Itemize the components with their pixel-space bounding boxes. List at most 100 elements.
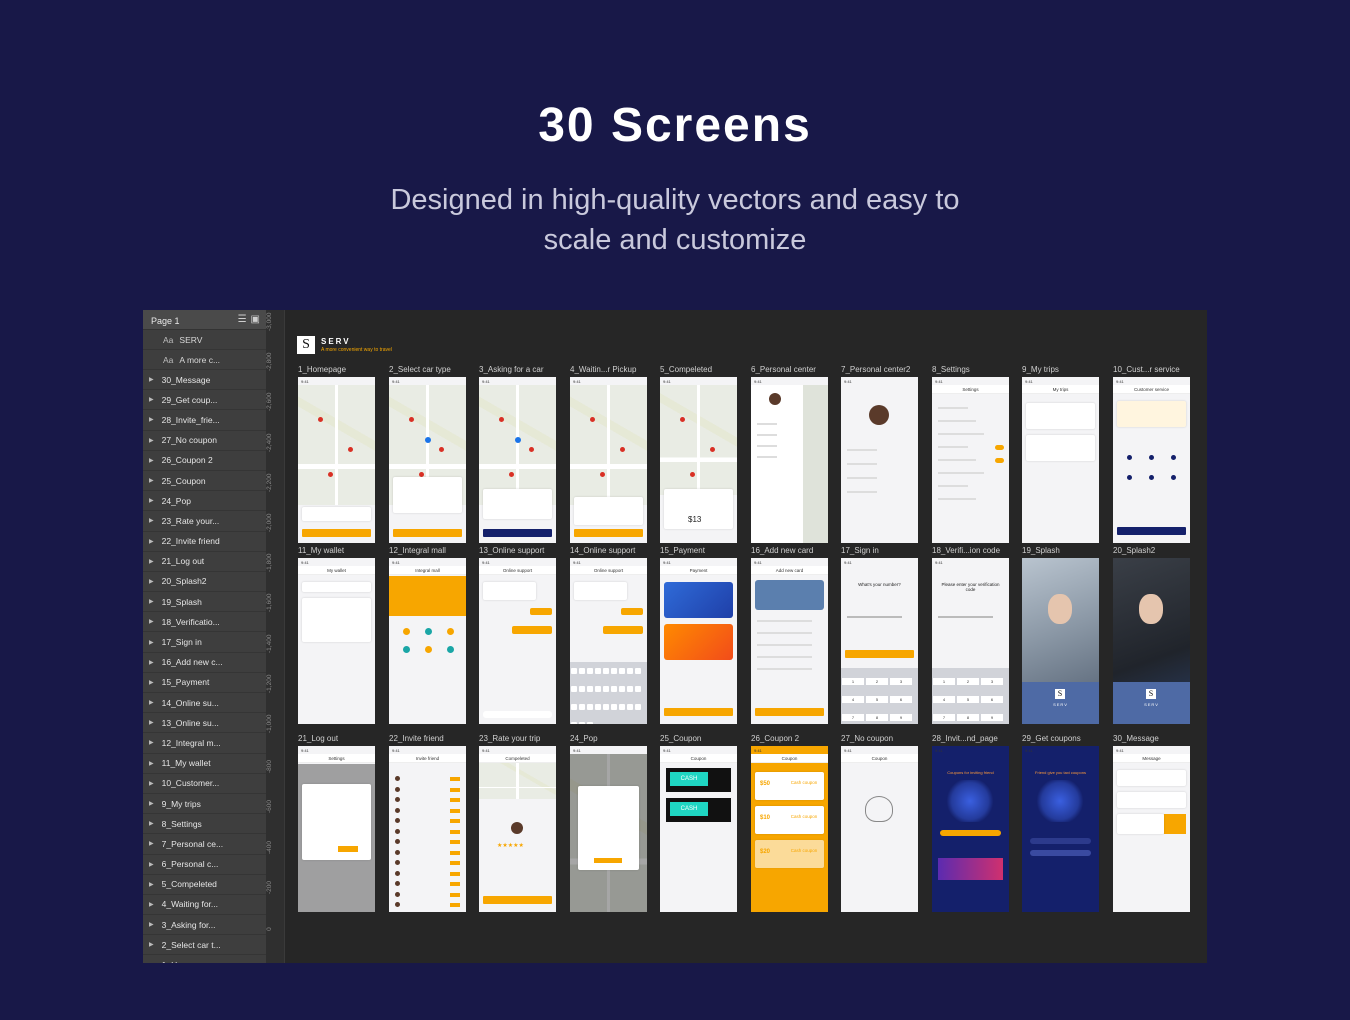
artboard[interactable]: 8_Settings 9:41 Settings bbox=[932, 365, 1009, 543]
artboard[interactable]: 2_Select car type 9:41 bbox=[389, 365, 466, 543]
artboard[interactable]: 17_Sign in 9:41 What's your number? 1 2 3 4 5 6 7… bbox=[841, 546, 918, 724]
expand-triangle-icon[interactable]: ▶ bbox=[149, 881, 154, 888]
layer-row[interactable]: ▶ 28_Invite_frie... bbox=[143, 410, 266, 431]
expand-triangle-icon[interactable]: ▶ bbox=[149, 659, 154, 666]
expand-triangle-icon[interactable]: ▶ bbox=[149, 416, 154, 423]
page-selector[interactable]: Page 1 bbox=[151, 314, 234, 326]
layer-row[interactable]: ▶ 18_Verificatio... bbox=[143, 612, 266, 633]
artboard[interactable]: 1_Homepage 9:41 bbox=[298, 365, 375, 543]
artboard[interactable]: 25_Coupon 9:41 Coupon CASH CASH bbox=[660, 734, 737, 912]
artboard[interactable]: 30_Message 9:41 Message bbox=[1113, 734, 1190, 912]
artboard[interactable]: 28_Invit...nd_page 9:41 Coupons for inviti… bbox=[932, 734, 1009, 912]
layer-row[interactable]: ▶ 10_Customer... bbox=[143, 774, 266, 794]
layer-row[interactable]: ▶ 21_Log out bbox=[143, 552, 266, 572]
layer-row[interactable]: ▶ 12_Integral m... bbox=[143, 733, 266, 754]
expand-triangle-icon[interactable]: ▶ bbox=[149, 639, 154, 646]
artboard[interactable]: 12_Integral mall 9:41 Integral mall bbox=[389, 546, 466, 724]
layer-row[interactable]: ▶ 23_Rate your... bbox=[143, 511, 266, 532]
layer-row[interactable]: ▶ 16_Add new c... bbox=[143, 653, 266, 673]
expand-triangle-icon[interactable]: ▶ bbox=[149, 800, 154, 807]
expand-triangle-icon[interactable]: ▶ bbox=[149, 719, 154, 726]
layer-row[interactable]: ▶ 1_Homepage bbox=[143, 955, 266, 963]
artboard[interactable]: 21_Log out 9:41 Settings bbox=[298, 734, 375, 912]
artboard[interactable]: 16_Add new card 9:41 Add new card bbox=[751, 546, 828, 724]
layer-row[interactable]: ▶ 27_No coupon bbox=[143, 431, 266, 451]
layer-row[interactable]: ▶ 11_My wallet bbox=[143, 754, 266, 774]
expand-triangle-icon[interactable]: ▶ bbox=[149, 901, 154, 908]
layer-row[interactable]: ▶ 22_Invite friend bbox=[143, 532, 266, 552]
artboard[interactable]: 15_Payment 9:41 Payment bbox=[660, 546, 737, 724]
map-view bbox=[479, 385, 556, 505]
layer-row[interactable]: ▶ 7_Personal ce... bbox=[143, 834, 266, 855]
layer-row[interactable]: ▶ 13_Online su... bbox=[143, 713, 266, 734]
expand-triangle-icon[interactable]: ▶ bbox=[149, 517, 154, 524]
layer-row[interactable]: ▶ 9_My trips bbox=[143, 794, 266, 815]
artboard[interactable]: 24_Pop 9:41 bbox=[570, 734, 647, 912]
layer-row[interactable]: ▶ 3_Asking for... bbox=[143, 915, 266, 936]
artboard[interactable]: 23_Rate your trip 9:41 Compeleted ★★★★★ bbox=[479, 734, 556, 912]
layer-row[interactable]: ▶ 5_Compeleted bbox=[143, 875, 266, 895]
expand-triangle-icon[interactable]: ▶ bbox=[149, 760, 154, 767]
layer-row[interactable]: ▶ 29_Get coup... bbox=[143, 390, 266, 411]
expand-triangle-icon[interactable]: ▶ bbox=[149, 840, 154, 847]
artboard[interactable]: 7_Personal center2 9:41 bbox=[841, 365, 918, 543]
artboard[interactable]: 4_Waitin...r Pickup 9:41 bbox=[570, 365, 647, 543]
layer-row[interactable]: ▶ 6_Personal c... bbox=[143, 855, 266, 875]
layer-row[interactable]: ▶ 15_Payment bbox=[143, 673, 266, 693]
status-bar: 9:41 bbox=[754, 379, 762, 384]
artboard[interactable]: 6_Personal center 9:41 bbox=[751, 365, 828, 543]
expand-triangle-icon[interactable]: ▶ bbox=[149, 679, 154, 686]
map-car-pin bbox=[439, 447, 444, 452]
list-view-icon[interactable]: ☰ bbox=[238, 314, 247, 325]
expand-triangle-icon[interactable]: ▶ bbox=[149, 941, 154, 948]
artboard[interactable]: 19_Splash9:41SSERV bbox=[1022, 546, 1099, 724]
artboard[interactable]: 10_Cust...r service 9:41 Customer service bbox=[1113, 365, 1190, 543]
layer-row[interactable]: ▶ 26_Coupon 2 bbox=[143, 451, 266, 471]
expand-triangle-icon[interactable]: ▶ bbox=[149, 376, 154, 383]
layer-row[interactable]: ▶ 20_Splash2 bbox=[143, 572, 266, 593]
expand-triangle-icon[interactable]: ▶ bbox=[149, 437, 154, 444]
layer-row[interactable]: ▶ 8_Settings bbox=[143, 814, 266, 835]
artboard[interactable]: 20_Splash29:41SSERV bbox=[1113, 546, 1190, 724]
artboard[interactable]: 18_Verifi...ion code 9:41 Please enter you… bbox=[932, 546, 1009, 724]
layer-row[interactable]: ▶ 14_Online su... bbox=[143, 693, 266, 714]
layer-row[interactable]: ▶ 4_Waiting for... bbox=[143, 895, 266, 916]
artboard[interactable]: 9_My trips 9:41 My trips bbox=[1022, 365, 1099, 543]
layer-row[interactable]: ▶ 25_Coupon bbox=[143, 471, 266, 492]
key bbox=[587, 686, 593, 692]
expand-triangle-icon[interactable]: ▶ bbox=[149, 820, 154, 827]
artboard[interactable]: 26_Coupon 2 9:41 Coupon $50 Cash coupon $10 Ca… bbox=[751, 734, 828, 912]
expand-triangle-icon[interactable]: ▶ bbox=[149, 598, 154, 605]
artboard[interactable]: 27_No coupon 9:41 Coupon bbox=[841, 734, 918, 912]
artboard[interactable]: 11_My wallet 9:41 My wallet bbox=[298, 546, 375, 724]
expand-triangle-icon[interactable]: ▶ bbox=[149, 739, 154, 746]
artboard[interactable]: 29_Get coupons 9:41 Friend give you taxi c… bbox=[1022, 734, 1099, 912]
expand-triangle-icon[interactable]: ▶ bbox=[149, 396, 154, 403]
expand-triangle-icon[interactable]: ▶ bbox=[149, 921, 154, 928]
menu-line bbox=[847, 491, 877, 493]
layer-text-serv[interactable]: Aa SERV bbox=[143, 330, 266, 350]
layer-text-tagline[interactable]: Aa A more c... bbox=[143, 350, 266, 370]
layer-row[interactable]: ▶ 19_Splash bbox=[143, 592, 266, 613]
expand-triangle-icon[interactable]: ▶ bbox=[149, 457, 154, 464]
expand-triangle-icon[interactable]: ▶ bbox=[149, 558, 154, 565]
expand-triangle-icon[interactable]: ▶ bbox=[149, 497, 154, 504]
expand-triangle-icon[interactable]: ▶ bbox=[149, 578, 154, 585]
layer-row[interactable]: ▶ 24_Pop bbox=[143, 491, 266, 512]
expand-triangle-icon[interactable]: ▶ bbox=[149, 780, 154, 787]
layer-row[interactable]: ▶ 17_Sign in bbox=[143, 632, 266, 653]
expand-triangle-icon[interactable]: ▶ bbox=[149, 618, 154, 625]
artboard[interactable]: 13_Online support 9:41 Online support bbox=[479, 546, 556, 724]
artboard[interactable]: 14_Online support 9:41 Online support bbox=[570, 546, 647, 724]
expand-triangle-icon[interactable]: ▶ bbox=[149, 962, 154, 964]
collapse-icon[interactable]: ▣ bbox=[251, 314, 260, 325]
expand-triangle-icon[interactable]: ▶ bbox=[149, 477, 154, 484]
expand-triangle-icon[interactable]: ▶ bbox=[149, 861, 154, 868]
layer-row[interactable]: ▶ 2_Select car t... bbox=[143, 935, 266, 956]
layer-row[interactable]: ▶ 30_Message bbox=[143, 370, 266, 391]
artboard[interactable]: 5_Compeleted 9:41 $13 bbox=[660, 365, 737, 543]
artboard[interactable]: 3_Asking for a car 9:41 bbox=[479, 365, 556, 543]
artboard[interactable]: 22_Invite friend 9:41 Invite friend bbox=[389, 734, 466, 912]
expand-triangle-icon[interactable]: ▶ bbox=[149, 699, 154, 706]
expand-triangle-icon[interactable]: ▶ bbox=[149, 538, 154, 545]
